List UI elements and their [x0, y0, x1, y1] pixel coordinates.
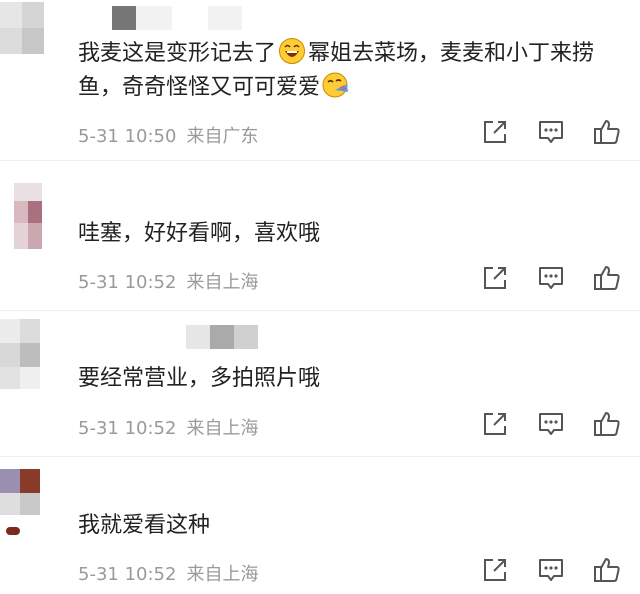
- comment-location: 来自上海: [186, 272, 259, 293]
- comment-actions: [480, 409, 620, 441]
- thumbs-up-icon[interactable]: [592, 117, 622, 147]
- comment-text: 我麦这是变形记去了 幂姐去菜场，麦麦和小丁来捞鱼，奇奇怪怪又可可爱爱: [78, 37, 628, 105]
- comment-actions: [480, 263, 620, 295]
- comment-meta: 5-31 10:52 来自上海: [78, 268, 258, 294]
- comment-text: 我就爱看这种: [78, 509, 628, 543]
- thumbs-up-icon[interactable]: [592, 409, 622, 439]
- username[interactable]: [112, 6, 242, 32]
- username[interactable]: [186, 325, 258, 351]
- comment-icon[interactable]: [536, 263, 566, 293]
- comment-meta: 5-31 10:52 来自上海: [78, 560, 258, 586]
- comment-item: 哇塞，好好看啊，喜欢哦 5-31 10:52 来自上海: [0, 161, 640, 311]
- thumbs-up-icon[interactable]: [592, 263, 622, 293]
- share-icon[interactable]: [480, 555, 510, 585]
- comment-location: 来自上海: [186, 418, 259, 439]
- avatar[interactable]: [0, 319, 44, 391]
- comment-meta: 5-31 10:52 来自上海: [78, 414, 258, 440]
- comment-text-content: 要经常营业，多拍照片哦: [78, 366, 321, 391]
- comment-location: 来自上海: [186, 564, 259, 585]
- comment-date: 5-31 10:52: [78, 272, 177, 293]
- comment-item: 要经常营业，多拍照片哦 5-31 10:52 来自上海: [0, 311, 640, 457]
- comment-location: 来自广东: [186, 126, 259, 147]
- comment-icon[interactable]: [536, 409, 566, 439]
- comment-date: 5-31 10:52: [78, 418, 177, 439]
- share-icon[interactable]: [480, 409, 510, 439]
- comment-item: 我就爱看这种 5-31 10:52 来自上海: [0, 457, 640, 594]
- avatar[interactable]: [0, 469, 44, 541]
- share-icon[interactable]: [480, 117, 510, 147]
- comment-date: 5-31 10:50: [78, 126, 177, 147]
- comment-icon[interactable]: [536, 117, 566, 147]
- thumbs-up-icon[interactable]: [592, 555, 622, 585]
- comment-item: 我麦这是变形记去了 幂姐去菜场，麦麦和小丁来捞鱼，奇奇怪怪又可可爱爱 5-31 …: [0, 0, 640, 160]
- comment-text-part: 我麦这是变形记去了: [78, 41, 277, 66]
- laughing-face-emoji: [279, 38, 306, 64]
- face-with-party-horn-emoji: [322, 72, 349, 98]
- comment-meta: 5-31 10:50 来自广东: [78, 122, 258, 148]
- comment-icon[interactable]: [536, 555, 566, 585]
- share-icon[interactable]: [480, 263, 510, 293]
- comment-text-content: 哇塞，好好看啊，喜欢哦: [78, 221, 321, 246]
- avatar[interactable]: [0, 2, 44, 54]
- comment-actions: [480, 555, 620, 587]
- avatar[interactable]: [0, 183, 44, 253]
- comment-date: 5-31 10:52: [78, 564, 177, 585]
- comment-actions: [480, 117, 620, 149]
- comment-text: 哇塞，好好看啊，喜欢哦: [78, 217, 628, 251]
- comment-text-content: 我就爱看这种: [78, 513, 211, 538]
- comment-text: 要经常营业，多拍照片哦: [78, 362, 628, 396]
